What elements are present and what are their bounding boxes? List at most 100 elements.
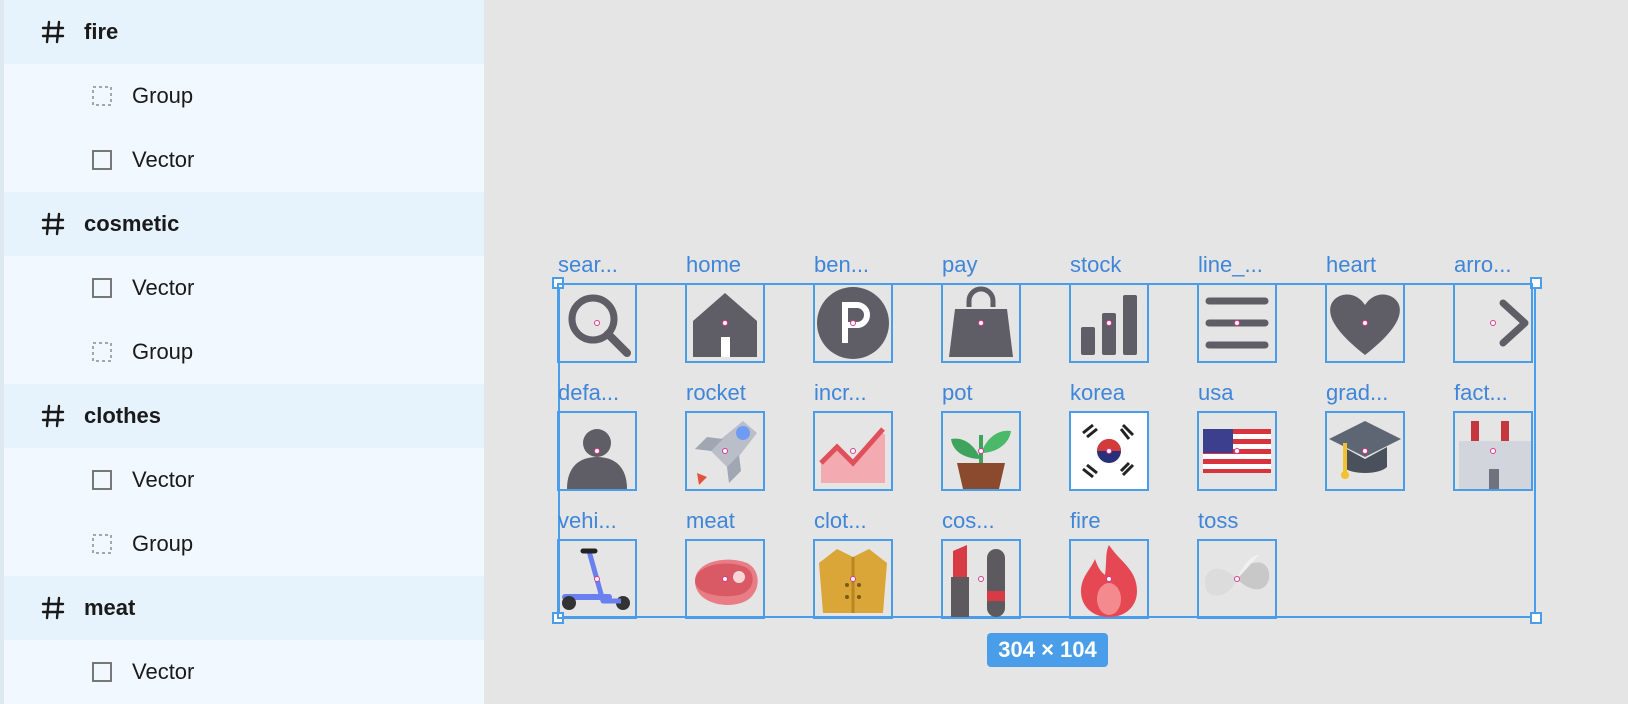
icon-frame[interactable] (557, 539, 637, 619)
icon-frame[interactable] (941, 539, 1021, 619)
center-point-marker (1106, 320, 1112, 326)
center-point-marker (850, 320, 856, 326)
frame-label[interactable]: arro... (1454, 252, 1511, 278)
icon-frame[interactable] (1069, 539, 1149, 619)
frame-label[interactable]: incr... (814, 380, 867, 406)
layer-row-label: Group (132, 339, 194, 364)
layer-row-group[interactable]: Group (4, 64, 484, 128)
center-point-marker (978, 576, 984, 582)
center-point-marker (978, 320, 984, 326)
layer-row-fire[interactable]: fire (4, 0, 484, 64)
layer-row-label: Vector (132, 147, 195, 172)
hash-icon (38, 593, 68, 623)
icon-frame[interactable] (1069, 411, 1149, 491)
center-point-marker (722, 448, 728, 454)
icon-frame[interactable] (557, 283, 637, 363)
vector-square-icon (90, 660, 114, 684)
hash-icon (38, 17, 68, 47)
icon-frame[interactable] (1069, 283, 1149, 363)
center-point-marker (594, 576, 600, 582)
layer-row-label: fire (84, 19, 119, 44)
frame-label[interactable]: home (686, 252, 741, 278)
frame-label[interactable]: cos... (942, 508, 995, 534)
group-dashed-square-icon (90, 84, 114, 108)
frame-label[interactable]: toss (1198, 508, 1238, 534)
center-point-marker (1234, 448, 1240, 454)
layer-row-label: Group (132, 83, 194, 108)
hash-icon (38, 401, 68, 431)
icon-frame[interactable] (1197, 411, 1277, 491)
group-dashed-square-icon (90, 340, 114, 364)
layer-row-vector[interactable]: Vector (4, 448, 484, 512)
icon-frame[interactable] (1197, 283, 1277, 363)
group-dashed-square-icon (90, 532, 114, 556)
layer-row-vector[interactable]: Vector (4, 128, 484, 192)
frame-label[interactable]: rocket (686, 380, 746, 406)
layer-row-label: meat (84, 595, 136, 620)
selection-size-badge: 304 × 104 (987, 633, 1108, 667)
icon-frame[interactable] (685, 539, 765, 619)
icon-frame[interactable] (813, 411, 893, 491)
center-point-marker (978, 448, 984, 454)
layer-row-vector[interactable]: Vector (4, 256, 484, 320)
frame-label[interactable]: usa (1198, 380, 1233, 406)
icon-frame[interactable] (813, 283, 893, 363)
frame-label[interactable]: korea (1070, 380, 1125, 406)
icon-frame[interactable] (1453, 283, 1533, 363)
center-point-marker (1234, 320, 1240, 326)
layer-row-group[interactable]: Group (4, 512, 484, 576)
layer-row-label: Vector (132, 467, 195, 492)
center-point-marker (1362, 320, 1368, 326)
icon-frame[interactable] (685, 283, 765, 363)
frame-label[interactable]: stock (1070, 252, 1121, 278)
icon-frame[interactable] (1197, 539, 1277, 619)
layer-row-label: cosmetic (84, 211, 180, 236)
layer-row-cosmetic[interactable]: cosmetic (4, 192, 484, 256)
layer-row-label: clothes (84, 403, 162, 428)
layer-row-vector[interactable]: Vector (4, 640, 484, 704)
frame-label[interactable]: sear... (558, 252, 618, 278)
center-point-marker (722, 320, 728, 326)
center-point-marker (1362, 448, 1368, 454)
frame-label[interactable]: fire (1070, 508, 1101, 534)
layer-row-group[interactable]: Group (4, 320, 484, 384)
icon-frame[interactable] (1325, 283, 1405, 363)
layer-row-clothes[interactable]: clothes (4, 384, 484, 448)
icon-frame[interactable] (813, 539, 893, 619)
center-point-marker (594, 320, 600, 326)
resize-handle-bottom-right[interactable] (1530, 612, 1542, 624)
frame-label[interactable]: grad... (1326, 380, 1388, 406)
layer-row-meat[interactable]: meat (4, 576, 484, 640)
layers-panel: fire Group Vector cosmetic Vector Group clothe… (0, 0, 484, 704)
hash-icon (38, 209, 68, 239)
center-point-marker (722, 576, 728, 582)
frame-label[interactable]: meat (686, 508, 735, 534)
center-point-marker (1490, 448, 1496, 454)
icon-frame[interactable] (557, 411, 637, 491)
icon-frame[interactable] (941, 411, 1021, 491)
layer-row-label: Vector (132, 659, 195, 684)
frame-label[interactable]: vehi... (558, 508, 617, 534)
center-point-marker (850, 576, 856, 582)
frame-label[interactable]: defa... (558, 380, 619, 406)
frame-label[interactable]: heart (1326, 252, 1376, 278)
frame-label[interactable]: clot... (814, 508, 867, 534)
vector-square-icon (90, 468, 114, 492)
center-point-marker (594, 448, 600, 454)
frame-label[interactable]: ben... (814, 252, 869, 278)
layer-row-label: Vector (132, 275, 195, 300)
layer-row-label: Group (132, 531, 194, 556)
center-point-marker (1106, 576, 1112, 582)
icon-frame[interactable] (1325, 411, 1405, 491)
frame-label[interactable]: line_... (1198, 252, 1263, 278)
frame-label[interactable]: pay (942, 252, 977, 278)
icon-frame[interactable] (941, 283, 1021, 363)
icon-frame[interactable] (685, 411, 765, 491)
icon-frame[interactable] (1453, 411, 1533, 491)
center-point-marker (1106, 448, 1112, 454)
frame-label[interactable]: fact... (1454, 380, 1508, 406)
center-point-marker (850, 448, 856, 454)
center-point-marker (1490, 320, 1496, 326)
vector-square-icon (90, 276, 114, 300)
frame-label[interactable]: pot (942, 380, 973, 406)
